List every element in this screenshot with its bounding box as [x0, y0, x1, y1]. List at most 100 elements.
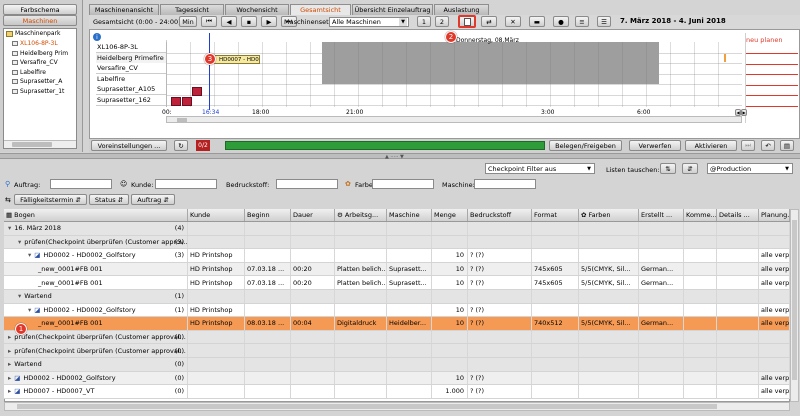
- sort-due-date-button[interactable]: Fälligkeitstermin ⇵: [14, 194, 87, 205]
- arrange-button[interactable]: ▬: [529, 16, 545, 27]
- machine-row-label[interactable]: Versafire_CV: [96, 63, 166, 74]
- list-button[interactable]: ☰: [597, 16, 611, 27]
- machines-button[interactable]: Maschinen: [3, 15, 77, 26]
- link-button[interactable]: ⇄: [481, 16, 497, 27]
- colors-field[interactable]: [372, 179, 434, 189]
- machine-row-label[interactable]: Labelfire: [96, 73, 166, 85]
- one-button[interactable]: 1: [417, 16, 431, 27]
- replan-label[interactable]: neu planen: [746, 36, 782, 44]
- group-row[interactable]: ▾ prüfen(Checkpoint überprüfen (Customer …: [4, 235, 790, 250]
- expand-icon[interactable]: ▸: [8, 347, 11, 355]
- group-row[interactable]: ▸ prüfen(Checkpoint überprüfen (Customer …: [4, 330, 790, 345]
- tab-1[interactable]: Tagessicht: [160, 4, 224, 15]
- group-row[interactable]: ▾ Wartend (1): [4, 290, 790, 304]
- group-row[interactable]: ▸ Wartend (0): [4, 358, 790, 372]
- table-row[interactable]: ▾ ◪ HD0002 - HD0002_Golfstory (3) HD Printsh…: [4, 249, 790, 263]
- tab-4[interactable]: Übersicht Einzelauftrag: [352, 4, 433, 15]
- tree-item[interactable]: Suprasetter_1t: [12, 88, 64, 95]
- nav-prev-button[interactable]: ◀: [221, 16, 237, 27]
- unlink-button[interactable]: ✕: [505, 16, 521, 27]
- undo-button[interactable]: ↶: [761, 140, 775, 151]
- stack-button[interactable]: ≡: [575, 16, 589, 27]
- swap-list-button-b[interactable]: ⇵: [682, 163, 698, 174]
- machine-row-label[interactable]: XL106-8P-3L: [96, 42, 166, 53]
- presets-button[interactable]: Voreinstellungen ...: [91, 140, 167, 151]
- job-block[interactable]: [171, 97, 181, 106]
- column-header[interactable]: Menge: [432, 209, 468, 221]
- expand-icon[interactable]: ▸: [8, 360, 11, 368]
- column-header[interactable]: Details ...: [717, 209, 759, 221]
- customer-field[interactable]: [155, 179, 217, 189]
- stock-field[interactable]: [276, 179, 338, 189]
- tree-item[interactable]: Labelfire: [12, 69, 46, 76]
- collapse-icon[interactable]: ▾: [8, 224, 11, 232]
- mini-button[interactable]: Min: [179, 16, 197, 27]
- column-header[interactable]: Kunde: [188, 209, 245, 221]
- expand-icon[interactable]: ▸: [8, 374, 11, 382]
- activate-button[interactable]: Aktivieren: [685, 140, 737, 151]
- checkpoint-filter-select[interactable]: Checkpoint Filter aus ▼: [485, 163, 595, 174]
- column-header[interactable]: ⚙ Arbeitsg...: [335, 209, 387, 221]
- save-button[interactable]: ▤: [780, 140, 794, 151]
- tab-5[interactable]: Auslastung: [434, 4, 489, 15]
- skip-button[interactable]: ⏭: [741, 140, 755, 151]
- table-row[interactable]: ▸ ◪ HD0002 - HD0002_Golfstory (0) 10? (?) all…: [4, 371, 790, 386]
- column-header[interactable]: Format: [532, 209, 579, 221]
- table-row-selected[interactable]: _new_0001#FB 001 HD Printshop 08.03.18 ...…: [4, 317, 790, 331]
- sort-order-button[interactable]: Auftrag ⇵: [131, 194, 175, 205]
- column-header[interactable]: Bedruckstoff: [468, 209, 532, 221]
- swap-list-button-a[interactable]: ⇅: [660, 163, 676, 174]
- expand-icon[interactable]: ▸: [8, 387, 11, 395]
- splitter[interactable]: ▲ ····· ▼: [0, 153, 800, 160]
- color-scheme-button[interactable]: Farbschema: [3, 4, 77, 15]
- dot-button[interactable]: ●: [553, 16, 569, 27]
- tree-scrollbar[interactable]: [4, 140, 76, 148]
- scroll-right-button[interactable]: ▶: [741, 109, 747, 116]
- production-select[interactable]: @Production ▼: [707, 163, 793, 174]
- column-header[interactable]: Komme...: [684, 209, 717, 221]
- table-vscrollbar[interactable]: [790, 209, 799, 402]
- column-header[interactable]: ✿ Farben: [579, 209, 639, 221]
- tab-2[interactable]: Wochensicht: [225, 4, 289, 15]
- column-header[interactable]: Maschine: [387, 209, 432, 221]
- table-row[interactable]: ▸ ◪ HD0007 - HD0007_VT (0) 1.000? (?) alle ve…: [4, 385, 790, 399]
- machine-row-label[interactable]: Suprasetter_162: [96, 94, 166, 106]
- tree-item[interactable]: Heidelberg Prim: [12, 50, 68, 57]
- column-header[interactable]: ▦ Bogen: [4, 209, 188, 221]
- order-field[interactable]: [50, 179, 112, 189]
- discard-button[interactable]: Verwerfen: [629, 140, 681, 151]
- job-block[interactable]: [182, 97, 192, 106]
- approve-button[interactable]: Belegen/Freigeben: [549, 140, 622, 151]
- job-block[interactable]: [192, 87, 202, 96]
- collapse-icon[interactable]: ▾: [28, 306, 31, 314]
- tree-root[interactable]: Maschinenpark: [15, 30, 60, 37]
- column-header[interactable]: Erstellt ...: [639, 209, 684, 221]
- page-icon-button[interactable]: [458, 15, 476, 28]
- group-row[interactable]: ▸ prüfen(Checkpoint überprüfen (Customer …: [4, 344, 790, 358]
- machine-field[interactable]: [474, 179, 536, 189]
- timeline-scrollbar[interactable]: [166, 116, 742, 123]
- column-header[interactable]: Planung...: [759, 209, 790, 221]
- nav-next-button[interactable]: ▶: [261, 16, 277, 27]
- group-row[interactable]: ▾ 16. März 2018 (4): [4, 222, 790, 236]
- job-bar[interactable]: HD0007 - HD0007: [210, 55, 260, 64]
- collapse-icon[interactable]: ▾: [18, 238, 21, 246]
- machine-row-label[interactable]: Heidelberg Primefire: [96, 52, 166, 64]
- tree-item[interactable]: Suprasetter_A: [12, 78, 62, 85]
- tab-3[interactable]: Gesamtsicht: [290, 4, 351, 15]
- column-header[interactable]: Dauer: [291, 209, 335, 221]
- refresh-button[interactable]: ↻: [174, 140, 188, 151]
- table-row[interactable]: _new_0001#FB 001 HD Printshop 07.03.18 ...…: [4, 276, 790, 290]
- tree-item[interactable]: Versafire_CV: [12, 59, 58, 66]
- two-button[interactable]: 2: [435, 16, 449, 27]
- machineset-select[interactable]: Alle Maschinen ▼: [329, 17, 409, 27]
- collapse-icon[interactable]: ▾: [28, 251, 31, 259]
- tree-item[interactable]: XL106-8P-3L: [12, 40, 58, 47]
- table-row[interactable]: _new_0001#FB 001 HD Printshop 07.03.18 ...…: [4, 262, 790, 277]
- tab-0[interactable]: Maschinenansicht: [89, 4, 159, 15]
- nav-first-button[interactable]: ⏮: [201, 16, 217, 27]
- sort-status-button[interactable]: Status ⇵: [89, 194, 129, 205]
- nav-today-button[interactable]: ▪: [241, 16, 257, 27]
- collapse-icon[interactable]: ▾: [18, 292, 21, 300]
- column-header[interactable]: Beginn: [245, 209, 291, 221]
